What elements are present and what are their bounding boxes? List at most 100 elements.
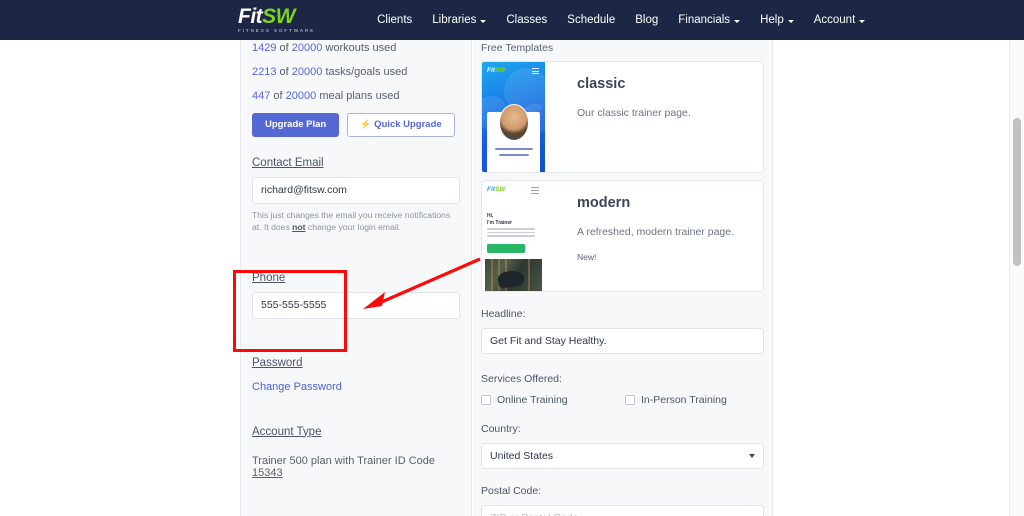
- account-type-label[interactable]: Account Type: [252, 426, 321, 438]
- upgrade-plan-button[interactable]: Upgrade Plan: [252, 113, 339, 137]
- upgrade-button-row: Upgrade Plan ⚡ Quick Upgrade: [252, 113, 460, 137]
- thumb-logo-icon: FitSW: [487, 186, 505, 193]
- nav-links: Clients Libraries Classes Schedule Blog …: [377, 14, 865, 26]
- lightning-bolt-icon: ⚡: [360, 119, 371, 129]
- quick-upgrade-label: Quick Upgrade: [374, 119, 442, 130]
- phone-input[interactable]: [252, 292, 460, 319]
- contact-email-input[interactable]: [252, 177, 460, 204]
- postal-code-input[interactable]: [481, 505, 764, 516]
- phone-label[interactable]: Phone: [252, 272, 285, 284]
- nav-item-blog-label: Blog: [635, 14, 658, 26]
- account-type-text: Trainer 500 plan with Trainer ID Code: [252, 455, 435, 467]
- hamburger-menu-icon: [531, 187, 539, 196]
- service-in-person-training[interactable]: In-Person Training: [625, 394, 727, 406]
- usage-workouts-used: 1429: [252, 42, 276, 54]
- template-card-modern[interactable]: FitSW Hi, I'm Trainer: [481, 180, 764, 292]
- usage-meal-plans-used: 447: [252, 90, 270, 102]
- usage-tasks-used: 2213: [252, 66, 276, 78]
- modern-template-badge: New!: [577, 252, 734, 262]
- service-online-training[interactable]: Online Training: [481, 394, 625, 406]
- headline-label: Headline:: [481, 308, 764, 320]
- nav-item-financials-label: Financials: [678, 14, 730, 26]
- nav-item-libraries[interactable]: Libraries: [432, 14, 486, 26]
- contact-email-label[interactable]: Contact Email: [252, 157, 324, 169]
- nav-item-account[interactable]: Account: [814, 14, 866, 26]
- greeting-line-2: I'm Trainer: [487, 220, 512, 227]
- online-training-label: Online Training: [497, 394, 568, 406]
- account-type-group: Account Type Trainer 500 plan with Train…: [252, 422, 460, 479]
- change-password-link[interactable]: Change Password: [252, 381, 342, 393]
- account-type-description: Trainer 500 plan with Trainer ID Code 15…: [252, 455, 460, 479]
- usage-tasks-limit: 20000: [292, 66, 323, 78]
- online-training-checkbox[interactable]: [481, 395, 491, 405]
- contact-email-group: Contact Email This just changes the emai…: [252, 153, 460, 234]
- modern-template-info: modern A refreshed, modern trainer page.…: [545, 181, 734, 291]
- phone-group: Phone: [252, 268, 460, 319]
- country-label: Country:: [481, 423, 764, 435]
- postal-code-label: Postal Code:: [481, 485, 764, 497]
- logo-subtitle: FITNESS SOFTWARE: [238, 29, 315, 34]
- greeting-line-1: Hi,: [487, 213, 512, 220]
- application-window: FitSW FITNESS SOFTWARE Clients Libraries…: [0, 0, 1024, 516]
- usage-tasks-suffix: tasks/goals used: [325, 66, 407, 78]
- nav-item-schedule[interactable]: Schedule: [567, 14, 615, 26]
- password-label[interactable]: Password: [252, 357, 303, 369]
- thumb-logo-fit: Fit: [487, 67, 495, 74]
- avatar: [499, 104, 529, 141]
- fitsw-logo[interactable]: FitSW FITNESS SOFTWARE: [238, 6, 315, 34]
- page-content: 1429 of 20000 workouts used 2213 of 2000…: [0, 40, 1024, 516]
- password-group: Password Change Password: [252, 353, 460, 395]
- right-gutter: [774, 40, 1004, 516]
- classic-template-info: classic Our classic trainer page.: [545, 62, 691, 172]
- modern-thumb-greeting: Hi, I'm Trainer: [487, 213, 512, 227]
- free-templates-label: Free Templates: [481, 40, 764, 54]
- chevron-down-icon: [734, 20, 740, 23]
- quick-upgrade-button[interactable]: ⚡ Quick Upgrade: [347, 113, 454, 137]
- usage-meal-plans-suffix: meal plans used: [319, 90, 399, 102]
- nav-item-blog[interactable]: Blog: [635, 14, 658, 26]
- logo-text-fit: Fit: [238, 5, 262, 28]
- nav-item-financials[interactable]: Financials: [678, 14, 740, 26]
- nav-item-libraries-label: Libraries: [432, 14, 476, 26]
- usage-workouts-of: of: [280, 42, 289, 54]
- country-select-wrap: United States: [481, 443, 764, 469]
- headline-input[interactable]: [481, 328, 764, 354]
- thumb-logo-icon: FitSW: [487, 67, 505, 74]
- helper-post: change your login email.: [306, 222, 402, 232]
- thumb-logo-sw: SW: [495, 186, 505, 193]
- country-select[interactable]: United States: [481, 443, 764, 469]
- usage-meal-plans-limit: 20000: [286, 90, 317, 102]
- thumb-logo-fit: Fit: [487, 186, 495, 193]
- classic-template-description: Our classic trainer page.: [577, 107, 691, 119]
- thumb-text-line: [495, 148, 533, 150]
- modern-template-title: modern: [577, 195, 734, 211]
- in-person-training-label: In-Person Training: [641, 394, 727, 406]
- thumb-gym-photo: [485, 259, 542, 291]
- page-scrollbar[interactable]: [1009, 40, 1024, 516]
- plan-usage-summary: 1429 of 20000 workouts used 2213 of 2000…: [252, 40, 460, 103]
- template-card-classic[interactable]: FitSW classic Our classic trainer page.: [481, 61, 764, 173]
- services-checkbox-row: Online Training In-Person Training: [481, 394, 764, 406]
- usage-workouts-limit: 20000: [292, 42, 323, 54]
- nav-item-clients[interactable]: Clients: [377, 14, 412, 26]
- chevron-down-icon: [749, 454, 755, 458]
- scrollbar-thumb[interactable]: [1013, 118, 1021, 266]
- nav-item-account-label: Account: [814, 14, 856, 26]
- chevron-down-icon: [788, 20, 794, 23]
- thumb-text-line: [499, 154, 529, 156]
- usage-meal-plans-of: of: [273, 90, 282, 102]
- logo-text-sw: SW: [262, 5, 295, 28]
- account-settings-column: 1429 of 20000 workouts used 2213 of 2000…: [240, 40, 472, 516]
- thumb-paragraph-lines: [487, 228, 535, 239]
- usage-workouts-suffix: workouts used: [325, 42, 396, 54]
- nav-item-schedule-label: Schedule: [567, 14, 615, 26]
- in-person-training-checkbox[interactable]: [625, 395, 635, 405]
- nav-item-help[interactable]: Help: [760, 14, 794, 26]
- thumb-logo-sw: SW: [495, 67, 505, 74]
- nav-item-classes[interactable]: Classes: [506, 14, 547, 26]
- chevron-down-icon: [480, 20, 486, 23]
- trainer-id-code: 15343: [252, 467, 283, 479]
- modern-template-description: A refreshed, modern trainer page.: [577, 226, 734, 238]
- classic-template-title: classic: [577, 76, 691, 92]
- nav-item-classes-label: Classes: [506, 14, 547, 26]
